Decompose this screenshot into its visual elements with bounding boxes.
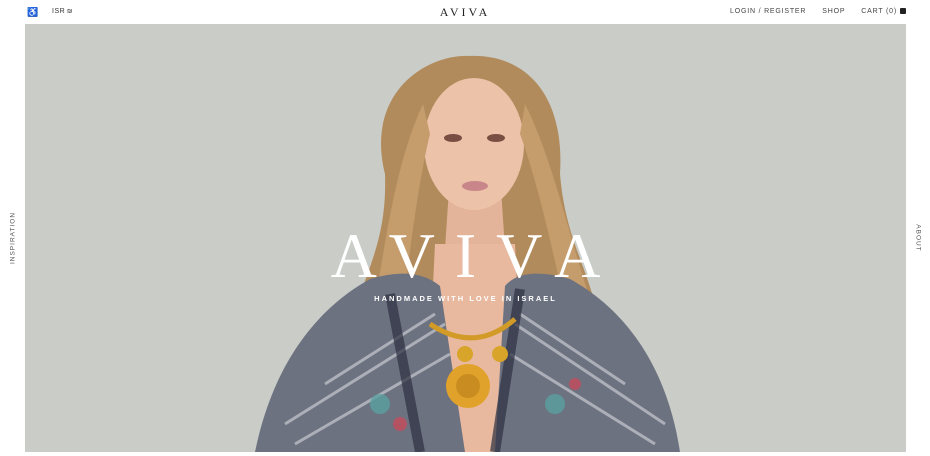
login-register-link[interactable]: LOGIN / REGISTER: [730, 7, 806, 17]
hero-banner: AVIVA HANDMADE WITH LOVE IN ISRAEL: [25, 24, 906, 452]
hero-title: AVIVA: [330, 220, 621, 291]
main-nav: LOGIN / REGISTER SHOP CART (0): [730, 7, 906, 17]
hero-tagline: HANDMADE WITH LOVE IN ISRAEL: [374, 294, 557, 303]
shop-link[interactable]: SHOP: [822, 7, 845, 17]
about-link[interactable]: ABOUT: [915, 224, 922, 251]
cart-link[interactable]: CART (0): [861, 7, 906, 17]
cart-label: CART (0): [861, 8, 897, 15]
inspiration-link[interactable]: INSPIRATION: [10, 212, 17, 264]
shopping-bag-icon: [900, 8, 906, 14]
top-bar: ♿ ISR ₪ AVIVA LOGIN / REGISTER SHOP CART …: [0, 0, 930, 24]
